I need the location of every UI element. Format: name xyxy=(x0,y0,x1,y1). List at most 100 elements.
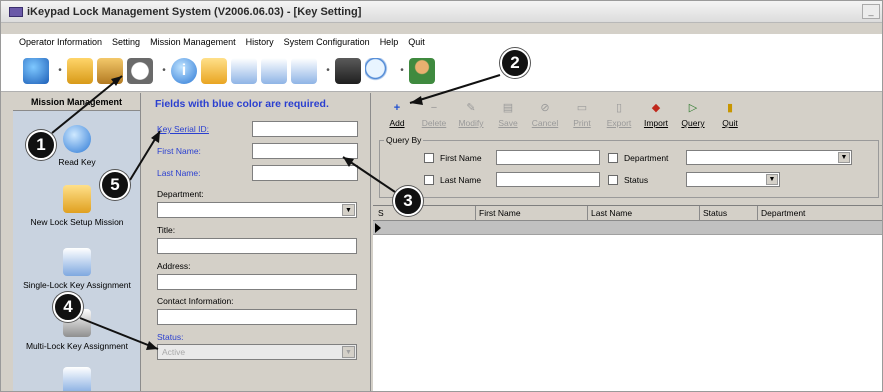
quit-icon: ▮ xyxy=(726,102,734,114)
title-field[interactable] xyxy=(157,238,357,254)
address-field[interactable] xyxy=(157,274,357,290)
first-name-label: First Name: xyxy=(157,146,201,156)
dropdown-arrow-icon[interactable]: • xyxy=(161,59,167,83)
globe-icon[interactable] xyxy=(23,57,49,84)
import-icon[interactable] xyxy=(261,57,287,84)
column-header-department[interactable]: Department xyxy=(758,206,882,221)
folder-icon[interactable] xyxy=(201,57,227,84)
callout-3: 3 xyxy=(393,186,423,216)
query-department-label: Department xyxy=(624,153,669,163)
contact-information-field[interactable] xyxy=(157,309,357,325)
import-icon: ◆ xyxy=(651,102,661,114)
table-row[interactable] xyxy=(373,221,882,235)
menu-setting[interactable]: Setting xyxy=(112,37,140,47)
quit-button[interactable]: ▮ Quit xyxy=(712,93,748,137)
department-checkbox[interactable] xyxy=(608,153,618,163)
sidebar-header: Mission Management xyxy=(13,93,140,111)
sidebar-item-single-lock-key-assignment[interactable]: Single-Lock Key Assignment xyxy=(13,248,141,290)
save-icon: ▤ xyxy=(502,102,514,114)
delete-icon: − xyxy=(430,101,438,114)
export-icon[interactable] xyxy=(291,57,317,84)
cancel-button[interactable]: ⊘ Cancel xyxy=(527,93,563,137)
export-icon: ▯ xyxy=(615,102,623,114)
sidebar-item-more[interactable] xyxy=(13,367,141,391)
chevron-down-icon[interactable]: ▼ xyxy=(342,204,355,216)
first-name-field[interactable] xyxy=(252,143,358,159)
print-icon: ▭ xyxy=(576,102,588,114)
export-button[interactable]: ▯ Export xyxy=(601,93,637,137)
add-button[interactable]: + Add xyxy=(379,93,415,137)
grid-header: S First Name Last Name Status Department xyxy=(373,206,882,221)
column-header-last-name[interactable]: Last Name xyxy=(588,206,700,221)
user-icon[interactable] xyxy=(409,57,435,84)
query-department-select[interactable]: ▼ xyxy=(686,150,852,165)
status-checkbox[interactable] xyxy=(608,175,618,185)
last-name-field[interactable] xyxy=(252,165,358,181)
title-bar: iKeypad Lock Management System (V2006.06… xyxy=(1,1,882,23)
sidebar-item-label: Single-Lock Key Assignment xyxy=(23,280,131,290)
last-name-label: Last Name: xyxy=(157,168,201,178)
menu-help[interactable]: Help xyxy=(380,37,399,47)
status-select[interactable]: Active ▼ xyxy=(157,344,357,360)
minimize-button[interactable]: _ xyxy=(862,4,880,19)
folder-arrow-icon xyxy=(63,185,91,213)
main-toolbar: • • i • • xyxy=(1,50,882,92)
keys-icon[interactable] xyxy=(97,57,123,84)
cancel-icon: ⊘ xyxy=(540,102,550,114)
dropdown-arrow-icon[interactable]: • xyxy=(399,59,405,83)
action-toolbar: + Add − Delete ✎ Modify ▤ Save ⊘ Cancel … xyxy=(373,93,882,137)
menu-quit[interactable]: Quit xyxy=(408,37,425,47)
modify-icon: ✎ xyxy=(466,102,476,114)
save-button[interactable]: ▤ Save xyxy=(490,93,526,137)
contact-information-label: Contact Information: xyxy=(157,296,234,306)
key-serial-id-label[interactable]: Key Serial ID: xyxy=(157,124,209,134)
address-label: Address: xyxy=(157,261,191,271)
query-status-select[interactable]: ▼ xyxy=(686,172,780,187)
delete-button[interactable]: − Delete xyxy=(416,93,452,137)
window-title: iKeypad Lock Management System (V2006.06… xyxy=(27,5,362,18)
menu-bar: Operator Information Setting Mission Man… xyxy=(1,34,882,50)
clock-icon[interactable] xyxy=(127,57,153,84)
column-header-first-name[interactable]: First Name xyxy=(476,206,588,221)
info-icon[interactable]: i xyxy=(171,57,197,84)
import-button[interactable]: ◆ Import xyxy=(638,93,674,137)
column-header-serial[interactable]: S xyxy=(373,206,476,221)
query-last-name-input[interactable] xyxy=(496,172,600,187)
last-name-checkbox[interactable] xyxy=(424,175,434,185)
chevron-down-icon[interactable]: ▼ xyxy=(766,174,778,185)
dropdown-arrow-icon[interactable]: • xyxy=(57,59,63,83)
sidebar-item-label: Read Key xyxy=(58,157,96,167)
magnifier-icon[interactable] xyxy=(365,57,391,84)
calculator-icon[interactable] xyxy=(335,57,361,84)
column-header-status[interactable]: Status xyxy=(700,206,758,221)
dropdown-arrow-icon[interactable]: • xyxy=(325,59,331,83)
chevron-down-icon[interactable]: ▼ xyxy=(838,152,850,163)
chevron-down-icon[interactable]: ▼ xyxy=(342,346,355,358)
query-first-name-label: First Name xyxy=(440,153,482,163)
menu-history[interactable]: History xyxy=(246,37,274,47)
menu-mission-management[interactable]: Mission Management xyxy=(150,37,236,47)
info-icon xyxy=(63,125,91,153)
menu-operator-information[interactable]: Operator Information xyxy=(19,37,102,47)
title-label: Title: xyxy=(157,225,176,235)
modify-button[interactable]: ✎ Modify xyxy=(453,93,489,137)
required-fields-hint: Fields with blue color are required. xyxy=(155,98,329,110)
document-icon[interactable] xyxy=(231,57,257,84)
key-setting-form: Fields with blue color are required. Key… xyxy=(149,93,371,391)
query-status-label: Status xyxy=(624,175,649,185)
department-select[interactable]: ▼ xyxy=(157,202,357,218)
add-icon: + xyxy=(393,101,401,114)
lock-icon[interactable] xyxy=(67,57,93,84)
callout-1: 1 xyxy=(26,130,56,160)
key-list-grid[interactable]: S First Name Last Name Status Department xyxy=(373,205,882,391)
callout-5: 5 xyxy=(100,170,130,200)
first-name-checkbox[interactable] xyxy=(424,153,434,163)
query-icon: ▷ xyxy=(688,102,698,114)
query-last-name-label: Last Name xyxy=(440,175,482,185)
menu-system-configuration[interactable]: System Configuration xyxy=(284,37,370,47)
key-serial-id-field[interactable] xyxy=(252,121,358,137)
print-button[interactable]: ▭ Print xyxy=(564,93,600,137)
status-label: Status: xyxy=(157,332,184,342)
query-button[interactable]: ▷ Query xyxy=(675,93,711,137)
query-first-name-input[interactable] xyxy=(496,150,600,165)
